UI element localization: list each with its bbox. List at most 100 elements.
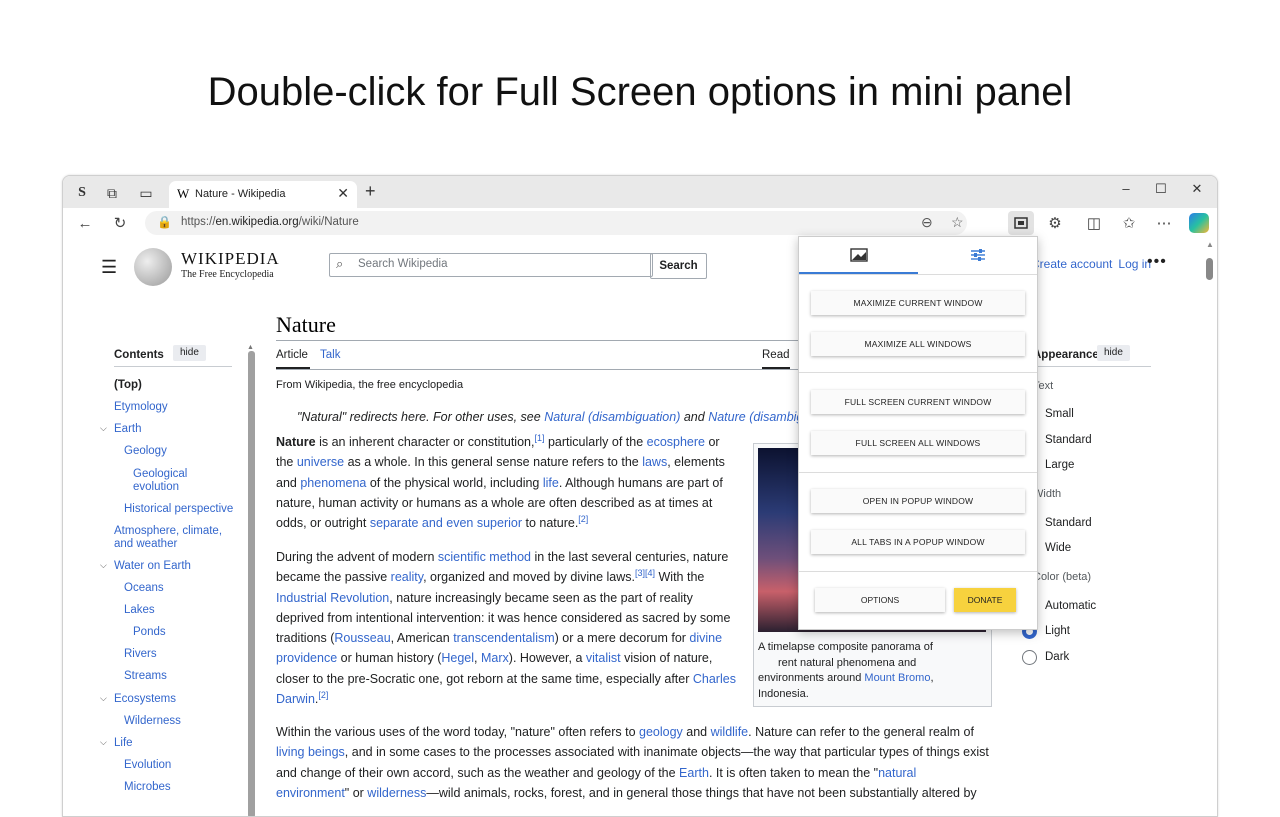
radio-label: Light <box>1045 625 1070 637</box>
donate-button[interactable]: DONATE <box>954 588 1016 612</box>
back-icon[interactable]: ← <box>74 212 96 234</box>
tab-settings[interactable] <box>918 237 1037 273</box>
split-screen-icon[interactable]: ◫ <box>1083 212 1105 234</box>
appearance-title: Appearance <box>1033 349 1099 361</box>
chevron-down-icon[interactable]: ⌵ <box>100 737 107 748</box>
open-in-popup-window-button[interactable]: OPEN IN POPUP WINDOW <box>811 489 1025 513</box>
personal-links: Create account Log in <box>1031 257 1151 271</box>
site-sub: From Wikipedia, the free encyclopedia <box>276 379 464 391</box>
tab-strip: S ⧉ ▭ W Nature - Wikipedia ✕ + – ☐ ✕ <box>63 176 1217 208</box>
chevron-down-icon[interactable]: ⌵ <box>100 560 107 571</box>
search-input[interactable]: ⌕ Search Wikipedia <box>329 253 653 277</box>
refresh-icon[interactable]: ↻ <box>109 212 131 234</box>
options-button[interactable]: OPTIONS <box>815 588 945 612</box>
full-screen-current-window-button[interactable]: FULL SCREEN CURRENT WINDOW <box>811 390 1025 414</box>
radio-label: Standard <box>1045 434 1092 446</box>
toc-item[interactable]: Ecosystems <box>114 693 176 706</box>
figure-caption: A timelapse composite panorama of rent n… <box>758 641 934 700</box>
chevron-down-icon[interactable]: ⌵ <box>100 693 107 704</box>
wikipedia-globe-logo[interactable] <box>134 248 172 286</box>
toc-item[interactable]: Evolution <box>124 759 171 772</box>
maximize-all-windows-button[interactable]: MAXIMIZE ALL WINDOWS <box>811 332 1025 356</box>
title-divider <box>276 340 800 341</box>
url-text: https://en.wikipedia.org/wiki/Nature <box>181 216 359 228</box>
radio-label: Small <box>1045 408 1074 420</box>
toc-scrollbar[interactable] <box>248 351 255 816</box>
toc-item[interactable]: Wilderness <box>124 715 181 728</box>
profile-icon[interactable]: S <box>71 182 93 204</box>
toc-scroll-up-icon[interactable]: ▲ <box>247 344 254 351</box>
maximize-button[interactable]: ☐ <box>1146 181 1176 197</box>
wikipedia-wordmark[interactable]: WIKIPEDIA <box>181 249 280 269</box>
address-bar[interactable]: 🔒 https://en.wikipedia.org/wiki/Nature ⊖… <box>145 211 967 235</box>
favorite-star-icon[interactable]: ☆ <box>951 214 964 231</box>
mount-bromo-link[interactable]: Mount Bromo <box>864 672 930 684</box>
toolbar: ← ↻ 🔒 https://en.wikipedia.org/wiki/Natu… <box>63 208 1217 239</box>
toc-item[interactable]: Streams <box>124 670 167 683</box>
toc-item[interactable]: Atmosphere, climate, and weather <box>114 525 232 551</box>
maximize-current-window-button[interactable]: MAXIMIZE CURRENT WINDOW <box>811 291 1025 315</box>
search-button[interactable]: Search <box>650 253 707 279</box>
hatnote: "Natural" redirects here. For other uses… <box>297 410 842 424</box>
scroll-thumb[interactable] <box>1206 258 1213 280</box>
toc-item[interactable]: Etymology <box>114 401 168 414</box>
main-menu-icon[interactable]: ☰ <box>101 257 117 278</box>
toc-item[interactable]: Historical perspective <box>124 503 233 516</box>
minimize-button[interactable]: – <box>1111 181 1141 196</box>
toc-item[interactable]: Lakes <box>124 604 155 617</box>
radio-label: Wide <box>1045 542 1072 554</box>
more-menu-icon[interactable]: ⋯ <box>1153 212 1175 234</box>
toc-title: Contents <box>114 349 164 361</box>
lock-icon: 🔒 <box>157 215 172 229</box>
toc-item[interactable]: Geology <box>124 445 167 458</box>
panel-divider <box>799 571 1037 572</box>
paragraph-intro: Nature is an inherent character or const… <box>276 432 725 531</box>
create-account-link[interactable]: Create account <box>1031 257 1112 271</box>
toc-item[interactable]: Rivers <box>124 648 157 661</box>
toc-item[interactable]: (Top) <box>114 379 142 392</box>
reader-icon[interactable]: ⊖ <box>921 214 933 231</box>
favorites-icon[interactable]: ✩ <box>1118 212 1140 234</box>
paragraph-uses: Within the various uses of the word toda… <box>276 725 989 800</box>
page-scrollbar[interactable]: ▲ <box>1203 238 1217 816</box>
user-menu-icon[interactable]: ••• <box>1147 253 1167 271</box>
extensions-icon[interactable]: ⚙ <box>1044 212 1066 234</box>
tab-display[interactable] <box>799 237 918 273</box>
browser-window: S ⧉ ▭ W Nature - Wikipedia ✕ + – ☐ ✕ ← ↻… <box>62 175 1218 817</box>
radio-color-dark[interactable] <box>1022 650 1037 665</box>
full-screen-all-windows-button[interactable]: FULL SCREEN ALL WINDOWS <box>811 431 1025 455</box>
tab-nature[interactable]: W Nature - Wikipedia ✕ <box>169 181 357 208</box>
hatnote-link[interactable]: Natural (disambiguation) <box>544 410 680 424</box>
copilot-icon[interactable] <box>1189 213 1209 233</box>
scroll-up-icon[interactable]: ▲ <box>1206 240 1214 249</box>
all-tabs-popup-window-button[interactable]: ALL TABS IN A POPUP WINDOW <box>811 530 1025 554</box>
toc-item[interactable]: Earth <box>114 423 142 436</box>
close-tab-icon[interactable]: ✕ <box>337 185 349 202</box>
headline: Double-click for Full Screen options in … <box>207 70 1073 114</box>
toc-item[interactable]: Geological evolution <box>133 468 213 494</box>
new-tab-button[interactable]: + <box>365 181 376 202</box>
toc-item[interactable]: Life <box>114 737 133 750</box>
display-icon <box>849 248 868 262</box>
panel-divider <box>799 274 1037 275</box>
tabs-divider <box>276 369 800 370</box>
close-window-button[interactable]: ✕ <box>1182 181 1212 197</box>
workspaces-icon[interactable]: ⧉ <box>101 182 123 204</box>
tab-read[interactable]: Read <box>762 349 790 361</box>
tab-article[interactable]: Article <box>276 349 308 361</box>
appearance-hide-button[interactable]: hide <box>1097 345 1130 361</box>
toc-item[interactable]: Oceans <box>124 582 164 595</box>
radio-label: Standard <box>1045 517 1092 529</box>
toc-item[interactable]: Ponds <box>133 626 166 639</box>
tab-actions-icon[interactable]: ▭ <box>135 182 157 204</box>
chevron-down-icon[interactable]: ⌵ <box>100 423 107 434</box>
fullscreen-extension-icon[interactable] <box>1008 211 1034 235</box>
toc-item[interactable]: Water on Earth <box>114 560 191 573</box>
panel-divider <box>799 472 1037 473</box>
tab-talk[interactable]: Talk <box>320 349 340 361</box>
radio-label: Automatic <box>1045 600 1097 612</box>
appearance-divider <box>1021 366 1151 367</box>
toc-item[interactable]: Microbes <box>124 781 171 794</box>
toc-hide-button[interactable]: hide <box>173 345 206 361</box>
wikipedia-tagline: The Free Encyclopedia <box>181 269 274 280</box>
